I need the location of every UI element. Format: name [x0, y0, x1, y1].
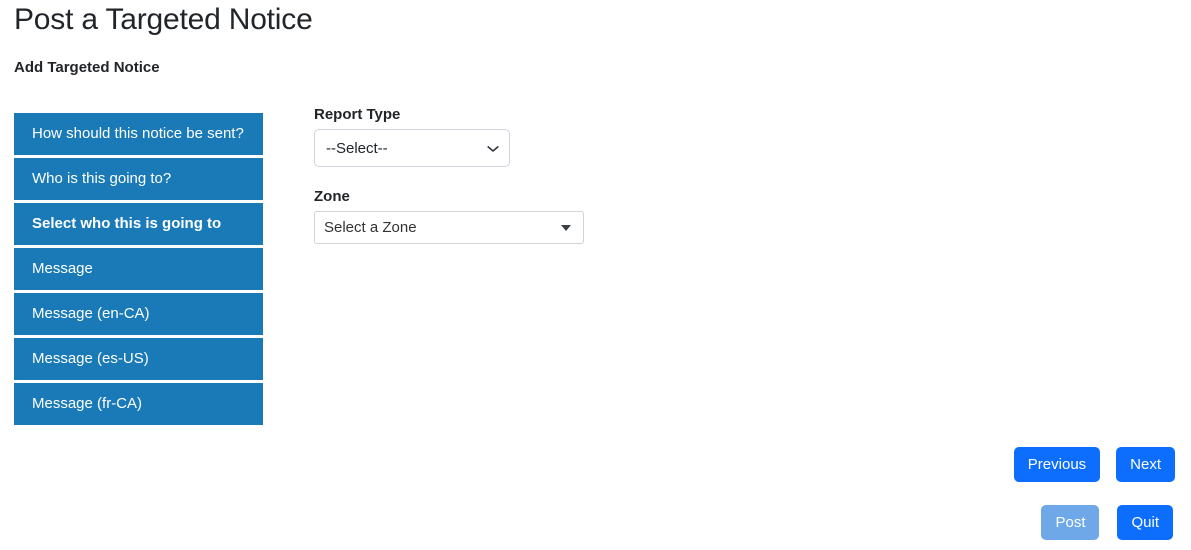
page-subtitle: Add Targeted Notice	[14, 58, 160, 77]
zone-label: Zone	[314, 187, 714, 207]
report-type-value: --Select--	[326, 140, 388, 157]
sidebar-item-who-going-to[interactable]: Who is this going to?	[14, 158, 263, 200]
sidebar-item-label: Message (en-CA)	[32, 305, 150, 322]
wizard-step-list: How should this notice be sent? Who is t…	[14, 113, 263, 428]
wizard-action-buttons: Post Quit	[1041, 505, 1173, 540]
report-type-select[interactable]: --Select--	[314, 129, 510, 167]
wizard-nav-buttons: Previous Next	[1014, 447, 1175, 482]
form-panel: Report Type --Select-- Zone Select a Zon…	[314, 105, 714, 244]
zone-select[interactable]: Select a Zone	[314, 211, 584, 244]
zone-value: Select a Zone	[324, 219, 417, 236]
sidebar-item-label: Message (fr-CA)	[32, 395, 142, 412]
chevron-down-icon	[487, 142, 499, 154]
next-button[interactable]: Next	[1116, 447, 1175, 482]
sidebar-item-label: Who is this going to?	[32, 170, 171, 187]
sidebar-item-label: Select who this is going to	[32, 215, 221, 232]
page-title: Post a Targeted Notice	[14, 2, 313, 38]
caret-down-icon	[561, 225, 571, 231]
post-button[interactable]: Post	[1041, 505, 1099, 540]
sidebar-item-message[interactable]: Message	[14, 248, 263, 290]
sidebar-item-select-who[interactable]: Select who this is going to	[14, 203, 263, 245]
sidebar-item-message-fr-ca[interactable]: Message (fr-CA)	[14, 383, 263, 425]
sidebar-item-label: Message	[32, 260, 93, 277]
quit-button[interactable]: Quit	[1117, 505, 1173, 540]
sidebar-item-message-en-ca[interactable]: Message (en-CA)	[14, 293, 263, 335]
sidebar-item-how-sent[interactable]: How should this notice be sent?	[14, 113, 263, 155]
report-type-label: Report Type	[314, 105, 714, 125]
sidebar-item-label: Message (es-US)	[32, 350, 149, 367]
sidebar-item-label: How should this notice be sent?	[32, 125, 244, 142]
sidebar-item-message-es-us[interactable]: Message (es-US)	[14, 338, 263, 380]
previous-button[interactable]: Previous	[1014, 447, 1100, 482]
